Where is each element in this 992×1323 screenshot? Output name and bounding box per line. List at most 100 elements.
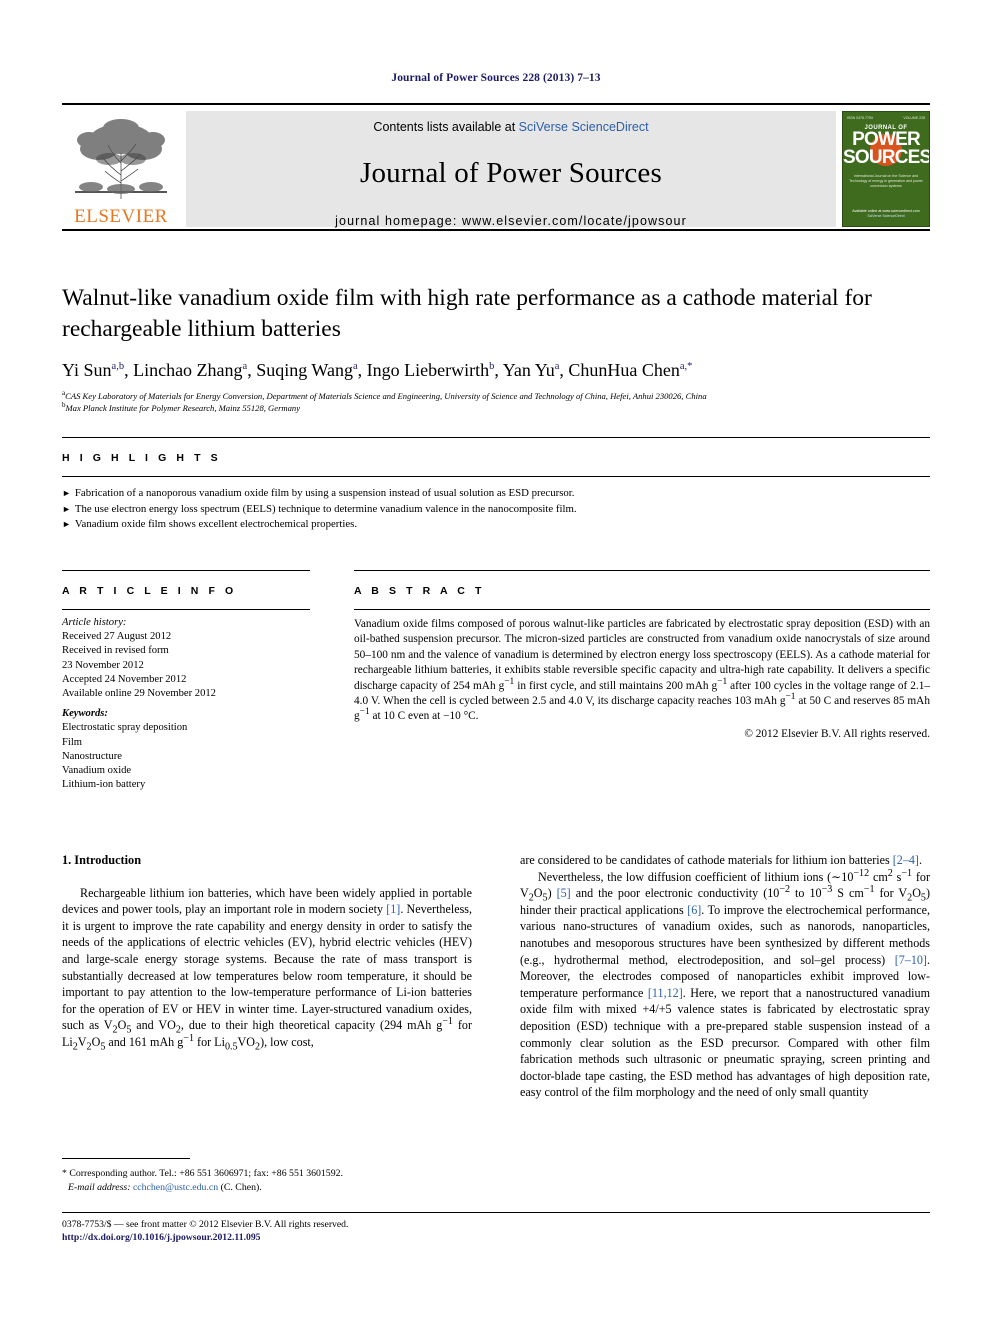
affiliation-text: CAS Key Laboratory of Materials for Ener… — [65, 391, 707, 401]
author-affil-mark: a,* — [679, 361, 693, 372]
citation-link[interactable]: [5] — [557, 886, 571, 900]
history-line: 23 November 2012 — [62, 659, 144, 671]
highlight-text: Fabrication of a nanoporous vanadium oxi… — [74, 487, 575, 499]
article-info-section: A R T I C L E I N F O Article history: R… — [62, 570, 310, 792]
author-name: Ingo Lieberwirth — [366, 360, 490, 380]
history-line: Received in revised form — [62, 645, 169, 657]
section-heading-introduction: 1. Introduction — [62, 853, 142, 867]
author-name: Yan Yu — [502, 360, 555, 380]
body-column-gap — [472, 852, 520, 1101]
article-info-heading: A R T I C L E I N F O — [62, 585, 237, 597]
author-affil-mark: b — [489, 361, 495, 372]
paragraph: are considered to be candidates of catho… — [520, 853, 922, 867]
masthead-bottom-rule — [62, 229, 930, 231]
journal-cover-thumbnail: ISSN 0378-7753 VOLUME 228 JOURNAL OF POW… — [842, 111, 930, 227]
list-item: ► Vanadium oxide film shows excellent ele… — [62, 517, 930, 533]
citation-link[interactable]: [2–4] — [893, 853, 919, 867]
affiliation-list: aCAS Key Laboratory of Materials for Ene… — [62, 390, 930, 415]
keywords-block: Keywords: Electrostatic spray deposition… — [62, 701, 310, 792]
author-affil-mark: a,b — [111, 361, 125, 372]
article-history-label: Article history: — [62, 617, 127, 628]
cover-subtitle: International Journal on the Science and… — [849, 174, 923, 188]
author-name: Linchao Zhang — [133, 360, 243, 380]
triangle-right-icon: ► — [62, 503, 71, 514]
author-list: Yi Suna,b, Linchao Zhanga, Suqing Wanga,… — [62, 360, 693, 380]
sciencedirect-link[interactable]: SciVerse ScienceDirect — [519, 120, 649, 134]
journal-title: Journal of Power Sources — [360, 157, 662, 189]
keyword: Film — [62, 736, 83, 748]
journal-masthead: ELSEVIER Contents lists available at Sci… — [62, 103, 930, 228]
cover-bottom-text: Available online at www.sciencedirect.co… — [848, 209, 924, 219]
author: Yi Suna,b — [62, 360, 124, 380]
paragraph: Nevertheless, the low diffusion coeffici… — [520, 867, 931, 1100]
footnote-rule — [62, 1158, 190, 1159]
keyword: Electrostatic spray deposition — [62, 722, 188, 734]
citation-link[interactable]: [6] — [687, 903, 701, 917]
history-line: Available online 29 November 2012 — [62, 688, 216, 700]
author: Linchao Zhanga — [133, 360, 247, 380]
author-affil-mark: a — [242, 361, 248, 372]
article-history-block: Article history: Received 27 August 2012… — [62, 610, 310, 701]
cover-corner-labels: ISSN 0378-7753 VOLUME 228 — [847, 116, 925, 125]
elsevier-tree-icon — [75, 119, 167, 199]
affiliation: bMax Planck Institute for Polymer Resear… — [62, 401, 930, 415]
affiliation-text: Max Planck Institute for Polymer Researc… — [65, 402, 301, 413]
author-affil-mark: a — [554, 361, 560, 372]
history-line: Accepted 24 November 2012 — [62, 673, 187, 685]
cover-corner-right: VOLUME 228 — [903, 116, 925, 120]
body-column-right: are considered to be candidates of catho… — [520, 852, 930, 1101]
paragraph: Rechargeable lithium ion batteries, whic… — [62, 885, 473, 1053]
highlights-section: H I G H L I G H T S ► Fabrication of a na… — [62, 437, 930, 533]
footer-rule — [62, 1212, 930, 1213]
keywords-label: Keywords: — [62, 708, 108, 720]
history-line: Received 27 August 2012 — [62, 631, 172, 643]
author: ChunHua Chena,* — [568, 360, 692, 380]
author-name: Suqing Wang — [256, 360, 353, 380]
affiliation: aCAS Key Laboratory of Materials for Ene… — [62, 390, 930, 403]
elsevier-logo: ELSEVIER — [62, 111, 180, 227]
author: Yan Yua — [503, 360, 560, 380]
author-name: Yi Sun — [62, 360, 112, 380]
highlights-list: ► Fabrication of a nanoporous vanadium ox… — [62, 477, 930, 533]
abstract-copyright: © 2012 Elsevier B.V. All rights reserved… — [744, 727, 930, 740]
email-label: E-mail address: — [68, 1181, 131, 1193]
contents-available-line: Contents lists available at SciVerse Sci… — [373, 120, 648, 134]
keyword: Lithium-ion battery — [62, 779, 146, 791]
info-abstract-row: A R T I C L E I N F O Article history: R… — [62, 570, 930, 792]
column-gap — [310, 570, 354, 792]
abstract-text: Vanadium oxide films composed of porous … — [354, 618, 931, 723]
author-affil-mark: a — [352, 361, 358, 372]
author: Ingo Lieberwirthb — [367, 360, 495, 380]
email-link[interactable]: cchchen@ustc.edu.cn — [133, 1182, 218, 1193]
footnote-contact-line: * Corresponding author. Tel.: +86 551 36… — [62, 1168, 343, 1179]
title-block: Walnut-like vanadium oxide film with hig… — [62, 283, 930, 414]
keyword: Nanostructure — [62, 750, 123, 762]
email-owner: (C. Chen). — [220, 1181, 262, 1193]
triangle-right-icon: ► — [62, 519, 71, 529]
citation-link[interactable]: [11,12] — [648, 986, 683, 1000]
citation-link[interactable]: [7–10] — [895, 953, 927, 967]
list-item: ► The use electron energy loss spectrum (… — [62, 502, 930, 518]
journal-homepage-link[interactable]: journal homepage: www.elsevier.com/locat… — [335, 214, 687, 228]
running-head: Journal of Power Sources 228 (2013) 7–13 — [391, 72, 601, 84]
doi-link[interactable]: http://dx.doi.org/10.1016/j.jpowsour.201… — [62, 1231, 562, 1244]
body-column-left: 1. Introduction Rechargeable lithium ion… — [62, 852, 472, 1101]
corresponding-author-footnote: * Corresponding author. Tel.: +86 551 36… — [62, 1158, 472, 1194]
cover-sources-word: SOURCES — [843, 147, 930, 168]
cover-corner-left: ISSN 0378-7753 — [847, 116, 873, 120]
highlight-text: Vanadium oxide film shows excellent elec… — [74, 518, 358, 530]
abstract-section: A B S T R A C T Vanadium oxide films com… — [354, 570, 930, 792]
page-footer: 0378-7753/$ — see front matter © 2012 El… — [62, 1218, 562, 1244]
contents-prefix: Contents lists available at — [373, 120, 519, 134]
paper-page: Journal of Power Sources 228 (2013) 7–13 — [0, 0, 992, 1323]
footnote-email-line: E-mail address: cchchen@ustc.edu.cn (C. … — [62, 1181, 472, 1195]
keyword: Vanadium oxide — [62, 765, 132, 777]
masthead-center: Contents lists available at SciVerse Sci… — [186, 111, 836, 228]
page-title: Walnut-like vanadium oxide film with hig… — [62, 285, 872, 342]
body-columns: 1. Introduction Rechargeable lithium ion… — [62, 852, 930, 1101]
triangle-right-icon: ► — [62, 488, 71, 498]
cover-bottom-line2: SciVerse ScienceDirect — [867, 214, 905, 218]
citation-link[interactable]: [1] — [386, 902, 400, 916]
author-name: ChunHua Chen — [568, 360, 680, 380]
abstract-heading: A B S T R A C T — [354, 585, 485, 597]
